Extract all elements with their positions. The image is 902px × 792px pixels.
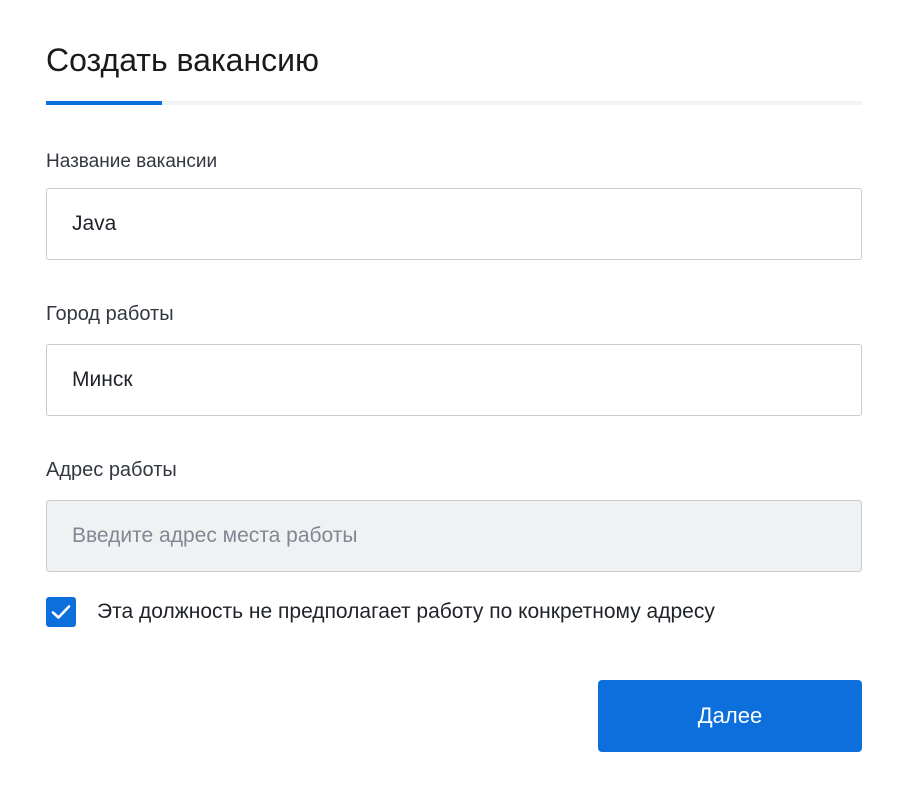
city-input[interactable] <box>46 344 862 416</box>
next-button[interactable]: Далее <box>598 680 862 752</box>
no-address-checkbox-label: Эта должность не предполагает работу по … <box>97 600 715 623</box>
city-label: Город работы <box>46 303 174 325</box>
vacancy-name-input[interactable] <box>46 188 862 260</box>
checkmark-icon <box>51 605 71 619</box>
progress-bar-fill <box>46 101 162 105</box>
progress-bar <box>46 101 862 105</box>
address-label: Адрес работы <box>46 459 177 481</box>
vacancy-name-label: Название вакансии <box>46 151 218 172</box>
no-address-checkbox[interactable]: Эта должность не предполагает работу по … <box>46 597 715 627</box>
page-title: Создать вакансию <box>46 42 319 78</box>
checkbox-checked[interactable] <box>46 597 76 627</box>
address-input[interactable] <box>46 500 862 572</box>
